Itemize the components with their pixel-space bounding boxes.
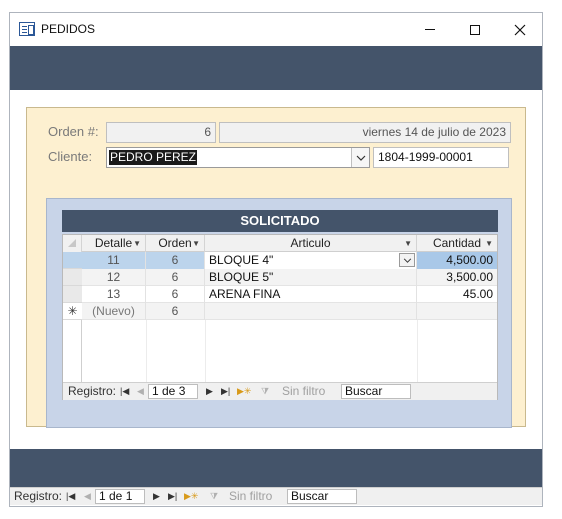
detail-section: Orden #: 6 viernes 14 de julio de 2023 C…: [26, 107, 526, 428]
current-record-field[interactable]: 1 de 3: [148, 384, 198, 399]
cliente-id-field[interactable]: 1804-1999-00001: [373, 147, 509, 168]
solicitado-subform: SOLICITADO Detalle ▼ Orden ▼ Articulo ▼ …: [46, 198, 512, 428]
first-record-icon[interactable]: |◀: [120, 384, 129, 400]
title-bar[interactable]: PEDIDOS: [10, 13, 542, 46]
subform-record-navigation: Registro: |◀ ◀ 1 de 3 ▶ ▶| ▶✳ ⧩ Sin filt…: [63, 382, 497, 400]
new-record-icon[interactable]: ▶✳: [237, 384, 251, 400]
first-record-icon[interactable]: |◀: [66, 489, 75, 505]
nav-label: Registro:: [14, 489, 63, 503]
column-header-cantidad-label: Cantidad: [432, 236, 482, 250]
minimize-icon: [424, 29, 435, 30]
record-selector[interactable]: [63, 286, 82, 303]
maximize-button[interactable]: [452, 13, 497, 46]
cell-articulo[interactable]: BLOQUE 5": [205, 269, 417, 286]
cell-orden[interactable]: 6: [146, 286, 205, 303]
chevron-down-icon[interactable]: [351, 148, 369, 167]
cell-articulo-combobox[interactable]: BLOQUE 4": [205, 252, 417, 269]
last-record-icon[interactable]: ▶|: [168, 489, 177, 505]
form-icon: [19, 22, 35, 36]
column-header-articulo[interactable]: Articulo ▼: [205, 235, 417, 252]
cliente-combobox-value: PEDRO PEREZ: [109, 150, 198, 165]
close-icon: [514, 24, 525, 35]
next-record-icon[interactable]: ▶: [153, 489, 160, 505]
subform-title: SOLICITADO: [62, 210, 498, 232]
filter-status[interactable]: Sin filtro: [282, 384, 325, 400]
sort-arrow-icon[interactable]: ▼: [404, 236, 412, 252]
form-footer: [10, 449, 542, 487]
search-input[interactable]: Buscar: [341, 384, 411, 399]
record-selector[interactable]: [63, 269, 82, 286]
sort-arrow-icon[interactable]: ▼: [485, 236, 493, 252]
last-record-icon[interactable]: ▶|: [221, 384, 230, 400]
window-title: PEDIDOS: [41, 22, 96, 36]
record-selector[interactable]: [63, 252, 82, 269]
cell-articulo: BLOQUE 4": [209, 253, 274, 267]
form-header: [10, 46, 542, 90]
sort-arrow-icon[interactable]: ▼: [133, 236, 141, 252]
search-input[interactable]: Buscar: [287, 489, 357, 504]
previous-record-icon[interactable]: ◀: [137, 384, 144, 400]
column-header-detalle-label: Detalle: [94, 236, 133, 250]
solicitado-datasheet: Detalle ▼ Orden ▼ Articulo ▼ Cantidad ▼: [62, 234, 498, 400]
cell-orden-new[interactable]: 6: [146, 303, 205, 320]
cell-cantidad[interactable]: 3,500.00: [417, 269, 497, 286]
nav-label: Registro:: [68, 384, 117, 398]
main-record-navigation: Registro: |◀ ◀ 1 de 1 ▶ ▶| ▶✳ ⧩ Sin filt…: [10, 487, 542, 505]
close-button[interactable]: [497, 13, 542, 46]
orden-field[interactable]: 6: [106, 122, 216, 143]
current-record-field[interactable]: 1 de 1: [95, 489, 145, 504]
cell-orden[interactable]: 6: [146, 269, 205, 286]
new-record-selector[interactable]: ✳: [63, 303, 82, 320]
table-row[interactable]: 13 6 ARENA FINA 45.00: [82, 286, 497, 303]
new-record-row[interactable]: (Nuevo) 6: [82, 303, 497, 320]
cliente-label: Cliente:: [48, 149, 93, 164]
chevron-down-icon[interactable]: [399, 253, 415, 267]
select-all-corner[interactable]: [63, 235, 82, 252]
new-record-icon[interactable]: ▶✳: [184, 489, 198, 505]
table-row[interactable]: 12 6 BLOQUE 5" 3,500.00: [82, 269, 497, 286]
filter-status[interactable]: Sin filtro: [229, 489, 272, 505]
pedidos-window: PEDIDOS Orden #: 6 viernes 14 de julio d…: [9, 12, 543, 507]
cell-orden[interactable]: 6: [146, 252, 205, 269]
cliente-combobox[interactable]: PEDRO PEREZ: [106, 147, 370, 168]
fecha-field[interactable]: viernes 14 de julio de 2023: [219, 122, 511, 143]
column-header-orden[interactable]: Orden ▼: [146, 235, 205, 252]
cell-detalle-new[interactable]: (Nuevo): [82, 303, 146, 320]
cell-detalle[interactable]: 12: [82, 269, 146, 286]
next-record-icon[interactable]: ▶: [206, 384, 213, 400]
column-header-cantidad[interactable]: Cantidad ▼: [417, 235, 497, 252]
maximize-icon: [469, 24, 480, 35]
previous-record-icon[interactable]: ◀: [84, 489, 91, 505]
orden-label: Orden #:: [48, 124, 99, 139]
cell-detalle[interactable]: 11: [82, 252, 146, 269]
column-header-articulo-label: Articulo: [290, 236, 331, 250]
cell-detalle[interactable]: 13: [82, 286, 146, 303]
cell-articulo[interactable]: ARENA FINA: [205, 286, 417, 303]
column-header-orden-label: Orden: [158, 236, 192, 250]
cell-cantidad[interactable]: 45.00: [417, 286, 497, 303]
table-row[interactable]: 11 6 BLOQUE 4" 4,500.00: [82, 252, 497, 269]
sort-arrow-icon[interactable]: ▼: [192, 236, 200, 252]
cell-cantidad-new[interactable]: [417, 303, 497, 320]
filter-icon[interactable]: ⧩: [210, 489, 218, 505]
filter-icon[interactable]: ⧩: [261, 384, 269, 400]
minimize-button[interactable]: [407, 13, 452, 46]
cell-articulo-new[interactable]: [205, 303, 417, 320]
record-selector-column: ✳: [63, 252, 82, 399]
datasheet-header: Detalle ▼ Orden ▼ Articulo ▼ Cantidad ▼: [63, 235, 497, 252]
column-header-detalle[interactable]: Detalle ▼: [82, 235, 146, 252]
cell-cantidad[interactable]: 4,500.00: [417, 252, 497, 269]
